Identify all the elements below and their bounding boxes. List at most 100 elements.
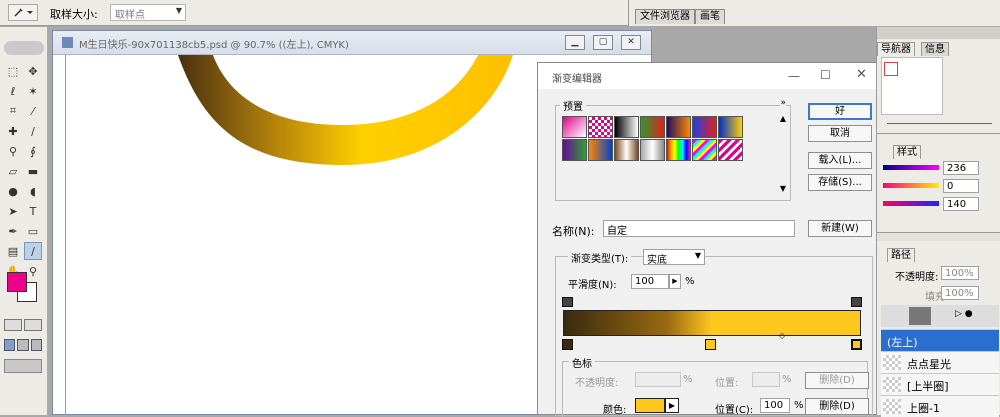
layer-row[interactable]: 上圈-1 bbox=[881, 395, 999, 417]
stop-color-swatch[interactable] bbox=[635, 398, 665, 413]
tab-info[interactable]: 信息 bbox=[921, 42, 949, 56]
gradient-type-label: 渐变类型(T): bbox=[568, 250, 632, 265]
preset-swatch[interactable] bbox=[640, 139, 665, 161]
sample-size-select[interactable]: 取样点 ▼ bbox=[110, 4, 186, 21]
layer-row[interactable]: [上半圈] bbox=[881, 373, 999, 395]
tab-styles[interactable]: 样式 bbox=[893, 145, 921, 159]
layer-group-row[interactable]: ▷ ● bbox=[881, 305, 999, 327]
close-icon[interactable]: ✕ bbox=[856, 67, 867, 82]
channel-3-input[interactable]: 140 bbox=[943, 197, 979, 211]
opacity-location-input[interactable] bbox=[752, 372, 780, 387]
gradient-preview-bar[interactable] bbox=[563, 310, 861, 336]
slice-tool-icon[interactable]: ⁄ bbox=[24, 102, 42, 120]
magic-wand-icon[interactable]: ✶ bbox=[24, 82, 42, 100]
gradient-section: 渐变类型(T): 实底 ▼ 平滑度(N): 100 ▶ % ◇ 色标 不透明度: … bbox=[555, 249, 873, 417]
location-input[interactable]: 100 bbox=[760, 398, 790, 413]
healing-brush-icon[interactable]: ✚ bbox=[4, 122, 22, 140]
history-brush-icon[interactable]: ∮ bbox=[24, 142, 42, 160]
brush-tool-icon[interactable]: ∕ bbox=[24, 122, 42, 140]
presets-label: 预置 bbox=[560, 98, 586, 113]
magenta-slider[interactable] bbox=[883, 183, 939, 188]
maximize-button[interactable]: ▢ bbox=[593, 35, 613, 50]
dodge-tool-icon[interactable]: ◖ bbox=[24, 182, 42, 200]
navigator-preview bbox=[881, 57, 943, 115]
name-input[interactable]: 自定 bbox=[603, 220, 795, 237]
preset-swatch[interactable] bbox=[588, 116, 613, 138]
layer-row[interactable]: 点点星光 bbox=[881, 351, 999, 373]
tab-brushes[interactable]: 画笔 bbox=[695, 9, 725, 24]
ok-button[interactable]: 好 bbox=[808, 103, 872, 120]
zoom-slider[interactable] bbox=[887, 123, 992, 126]
move-tool-icon[interactable]: ✥ bbox=[24, 62, 42, 80]
preset-swatch[interactable] bbox=[666, 116, 691, 138]
preset-swatch[interactable] bbox=[666, 139, 691, 161]
load-button[interactable]: 载入(L)... bbox=[808, 152, 872, 169]
color-stop-left[interactable] bbox=[562, 339, 573, 350]
preset-swatch[interactable] bbox=[614, 139, 639, 161]
opacity-input[interactable] bbox=[635, 372, 681, 387]
toolbox: ⬚ ✥ ℓ ✶ ⌗ ⁄ ✚ ∕ ⚲ ∮ ▱ ▬ ● ◖ ➤ T ✒ ▭ ▤ ∕ … bbox=[0, 27, 48, 415]
standard-mode-icon[interactable] bbox=[4, 319, 22, 331]
preset-swatch[interactable] bbox=[562, 116, 587, 138]
marquee-tool-icon[interactable]: ⬚ bbox=[4, 62, 22, 80]
foreground-color-swatch[interactable] bbox=[7, 272, 27, 292]
cyan-slider[interactable] bbox=[883, 165, 939, 170]
crop-tool-icon[interactable]: ⌗ bbox=[4, 102, 22, 120]
channel-2-input[interactable]: 0 bbox=[943, 179, 979, 193]
adobe-online-icon[interactable] bbox=[4, 41, 44, 55]
imageready-jump-icon[interactable] bbox=[4, 359, 42, 373]
gradient-tool-icon[interactable]: ▬ bbox=[24, 162, 42, 180]
preset-swatch[interactable] bbox=[640, 116, 665, 138]
opacity-stop-left[interactable] bbox=[562, 297, 573, 307]
save-button[interactable]: 存储(S)... bbox=[808, 174, 872, 191]
tab-paths[interactable]: 路径 bbox=[887, 248, 915, 262]
preset-swatch[interactable] bbox=[562, 139, 587, 161]
clone-stamp-icon[interactable]: ⚲ bbox=[4, 142, 22, 160]
screen-mode-icons[interactable] bbox=[4, 339, 42, 351]
maximize-icon[interactable]: ☐ bbox=[820, 68, 831, 82]
minimize-button[interactable]: ▁ bbox=[565, 35, 585, 50]
pen-tool-icon[interactable]: ✒ bbox=[4, 222, 22, 240]
layer-opacity-input[interactable]: 100% bbox=[941, 266, 979, 280]
cancel-button[interactable]: 取消 bbox=[808, 125, 872, 142]
blur-tool-icon[interactable]: ● bbox=[4, 182, 22, 200]
opacity-location-percent: % bbox=[782, 374, 792, 385]
eraser-tool-icon[interactable]: ▱ bbox=[4, 162, 22, 180]
preset-swatch[interactable] bbox=[614, 116, 639, 138]
preset-swatch[interactable] bbox=[588, 139, 613, 161]
smoothness-arrow-icon[interactable]: ▶ bbox=[669, 274, 681, 289]
color-menu-arrow-icon[interactable]: ▶ bbox=[665, 398, 679, 413]
eyedropper-preset-picker[interactable] bbox=[8, 4, 38, 21]
gradient-type-select[interactable]: 实底 ▼ bbox=[643, 249, 705, 266]
color-stop-right[interactable] bbox=[851, 339, 862, 350]
channel-1-input[interactable]: 236 bbox=[943, 161, 979, 175]
scroll-down-icon[interactable]: ▼ bbox=[780, 184, 786, 193]
delete-opacity-button[interactable]: 删除(D) bbox=[805, 372, 869, 389]
yellow-slider[interactable] bbox=[883, 201, 939, 206]
type-tool-icon[interactable]: T bbox=[24, 202, 42, 220]
preset-swatch[interactable] bbox=[692, 139, 717, 161]
new-button[interactable]: 新建(W) bbox=[808, 220, 872, 237]
smoothness-input[interactable]: 100 bbox=[631, 274, 669, 289]
preset-swatch[interactable] bbox=[692, 116, 717, 138]
shape-tool-icon[interactable]: ▭ bbox=[24, 222, 42, 240]
layer-row-selected[interactable]: (左上) bbox=[881, 329, 999, 351]
preset-swatch[interactable] bbox=[718, 116, 743, 138]
minimize-icon[interactable]: — bbox=[788, 69, 800, 83]
path-select-icon[interactable]: ➤ bbox=[4, 202, 22, 220]
delete-color-button[interactable]: 删除(D) bbox=[805, 398, 869, 415]
eyedropper-tool-icon[interactable]: ∕ bbox=[24, 242, 42, 260]
tab-file-browser[interactable]: 文件浏览器 bbox=[635, 9, 695, 24]
color-stop-mid[interactable] bbox=[705, 339, 716, 350]
quick-mask-icon[interactable] bbox=[24, 319, 42, 331]
lasso-tool-icon[interactable]: ℓ bbox=[4, 82, 22, 100]
opacity-stop-right[interactable] bbox=[851, 297, 862, 307]
tab-navigator[interactable]: 导航器 bbox=[877, 42, 915, 56]
layer-fill-input[interactable]: 100% bbox=[941, 286, 979, 300]
presets-menu-icon[interactable]: » bbox=[780, 98, 786, 108]
scroll-up-icon[interactable]: ▲ bbox=[780, 114, 786, 123]
preset-swatch[interactable] bbox=[718, 139, 743, 161]
midpoint-diamond[interactable]: ◇ bbox=[779, 331, 785, 340]
close-button[interactable]: ✕ bbox=[621, 35, 641, 50]
notes-tool-icon[interactable]: ▤ bbox=[4, 242, 22, 260]
